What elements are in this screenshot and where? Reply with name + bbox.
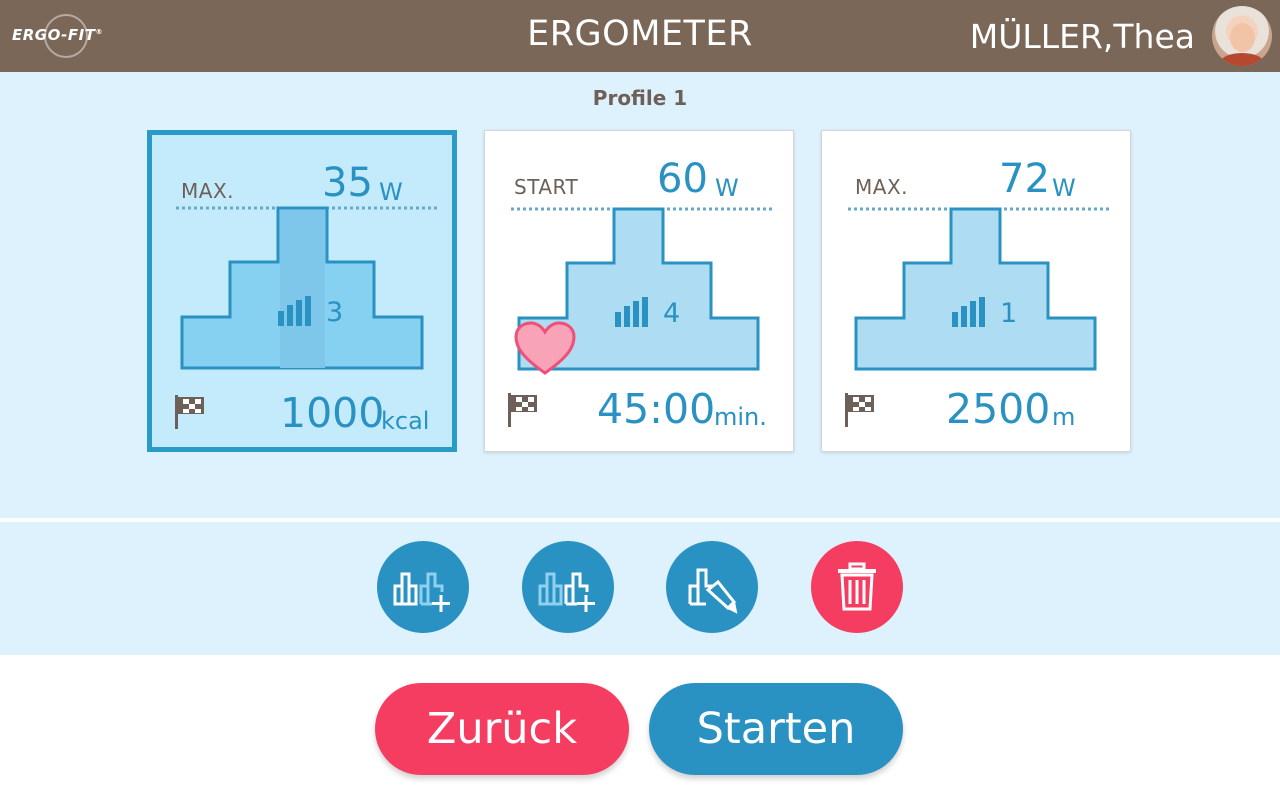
delete-profile-button[interactable] <box>811 541 903 633</box>
level-number: 1 <box>1000 298 1018 329</box>
goal-unit: m <box>1052 403 1076 431</box>
level-bars-icon <box>952 297 985 327</box>
trash-icon <box>838 562 876 611</box>
profile-group-title: Profile 1 <box>592 86 688 110</box>
edit-profile-button[interactable] <box>666 541 758 633</box>
level-indicator: 4 <box>615 297 680 327</box>
back-button[interactable]: Zurück <box>375 683 629 775</box>
goal-value: 1000 <box>280 389 385 437</box>
copy-profile-button[interactable] <box>522 541 614 633</box>
goal-unit: min. <box>714 403 767 431</box>
copy-profile-icon <box>538 572 595 612</box>
goal-value: 2500 <box>946 385 1051 433</box>
avatar-shirt <box>1220 53 1264 66</box>
avatar[interactable] <box>1212 6 1272 66</box>
top-bar: ERGO-FIT® ERGOMETER MÜLLER,Thea <box>0 0 1280 72</box>
user-name[interactable]: MÜLLER,Thea <box>970 17 1195 56</box>
add-profile-button[interactable] <box>377 541 469 633</box>
finish-flag-icon <box>175 395 204 429</box>
edit-profile-icon <box>688 568 738 614</box>
start-button[interactable]: Starten <box>649 683 903 775</box>
level-bars-icon <box>278 296 311 326</box>
profile-toolbar <box>0 522 1280 655</box>
finish-flag-icon <box>508 393 537 427</box>
level-number: 4 <box>663 298 681 329</box>
goal-unit: kcal <box>381 407 430 435</box>
heart-rate-icon <box>514 321 576 375</box>
footer <box>0 655 1280 800</box>
level-indicator: 1 <box>952 297 1017 327</box>
profile-card-3[interactable]: MAX. 72 W 1 2500 m <box>821 130 1131 452</box>
goal-value: 45:00 <box>597 385 716 433</box>
finish-flag-icon <box>845 393 874 427</box>
level-indicator: 3 <box>278 296 343 326</box>
avatar-face <box>1230 23 1255 52</box>
profile-card-1[interactable]: MAX. 35 W 3 1000 kcal <box>147 130 457 452</box>
add-profile-icon <box>393 572 450 612</box>
level-number: 3 <box>326 297 344 328</box>
level-bars-icon <box>615 297 648 327</box>
profile-card-2[interactable]: START 60 W 4 45:00 min. <box>484 130 794 452</box>
